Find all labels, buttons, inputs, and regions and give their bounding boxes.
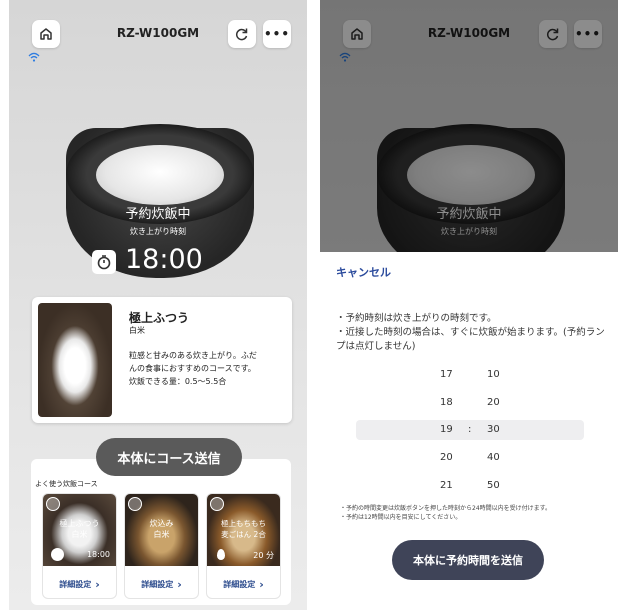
- select-circle-icon[interactable]: [210, 497, 224, 511]
- favorite-1-line1: 極上ふつう: [59, 519, 100, 528]
- timer-icon: [51, 548, 64, 561]
- favorite-3-line2: 麦ごはん 2合: [221, 530, 266, 539]
- favorite-1-line2: 白米: [71, 530, 88, 539]
- small-notes: ・予約の時間変更は炊飯ボタンを押した時刻から24時間以内を受け付けます。 ・予約…: [340, 504, 610, 522]
- detail-label: 詳細設定: [59, 579, 92, 589]
- course-desc-line1: 粒感と甘みのある炊き上がり。ふだ: [129, 351, 257, 360]
- cancel-button[interactable]: キャンセル: [336, 264, 391, 280]
- small-note-1: ・予約の時間変更は炊飯ボタンを押した時刻から24時間以内を受け付けます。: [340, 505, 552, 512]
- picker-row[interactable]: 18 20: [320, 393, 618, 413]
- refresh-icon: [235, 28, 248, 41]
- water-drop-icon: [217, 549, 225, 560]
- favorite-2-line2: 白米: [153, 530, 170, 539]
- hour-option[interactable]: 21: [440, 480, 453, 491]
- detail-label: 詳細設定: [223, 579, 256, 589]
- right-screen: RZ-W100GM ••• 予約炊飯中 炊き上がり時刻 キャンセル ・予約時刻は…: [320, 0, 618, 610]
- course-type: 白米: [129, 326, 145, 335]
- picker-row-selected[interactable]: 19 : 30: [320, 420, 618, 440]
- send-course-button[interactable]: 本体にコース送信: [96, 438, 242, 476]
- favorite-3-line1: 極上もちもち: [221, 519, 266, 528]
- hour-option[interactable]: 18: [440, 397, 453, 408]
- favorites-title: よく使う炊飯コース: [35, 480, 98, 488]
- dim-overlay[interactable]: [320, 0, 618, 252]
- minute-option[interactable]: 10: [487, 369, 500, 380]
- hour-option[interactable]: 17: [440, 369, 453, 380]
- course-desc-line2: んの食事におすすめのコースです。: [129, 364, 256, 373]
- picker-row[interactable]: 21 50: [320, 476, 618, 496]
- more-icon: •••: [263, 27, 290, 41]
- detail-label: 詳細設定: [141, 579, 174, 589]
- wifi-icon: [28, 52, 40, 62]
- chevron-right-icon: ›: [95, 577, 100, 591]
- course-photo: [38, 303, 112, 417]
- course-capacity: 炊飯できる量：0.5～5.5合: [129, 377, 227, 386]
- picker-row[interactable]: 20 40: [320, 448, 618, 468]
- send-reservation-time-button[interactable]: 本体に予約時間を送信: [392, 540, 544, 580]
- select-circle-icon[interactable]: [128, 497, 142, 511]
- chevron-right-icon: ›: [259, 577, 264, 591]
- refresh-button[interactable]: [228, 20, 256, 48]
- hour-option-selected[interactable]: 19: [440, 424, 453, 435]
- course-description: 粒感と甘みのある炊き上がり。ふだ んの食事におすすめのコースです。 炊飯できる量…: [129, 349, 289, 388]
- status-main: 予約炊飯中: [125, 207, 191, 222]
- minute-option-selected[interactable]: 30: [487, 424, 500, 435]
- favorite-2-line1: 炊込み: [149, 519, 174, 528]
- minute-option[interactable]: 40: [487, 452, 500, 463]
- select-circle-icon[interactable]: [46, 497, 60, 511]
- note-1: ・予約時刻は炊き上がりの時刻です。: [336, 313, 497, 324]
- rice-image: [96, 145, 224, 205]
- status-sub: 炊き上がり時刻: [130, 227, 186, 236]
- timer-icon: [92, 250, 116, 274]
- reservation-time-sheet: キャンセル ・予約時刻は炊き上がりの時刻です。 ・近接した時刻の場合は、すぐに炊…: [320, 252, 618, 610]
- time-separator: :: [468, 424, 472, 435]
- reservation-time: 18:00: [125, 244, 203, 275]
- favorite-1-detail-button[interactable]: 詳細設定 ›: [43, 570, 116, 598]
- hour-option[interactable]: 20: [440, 452, 453, 463]
- minute-option[interactable]: 20: [487, 397, 500, 408]
- small-note-2: ・予約は12時間以内を目安にしてください。: [340, 514, 462, 521]
- favorite-2-detail-button[interactable]: 詳細設定 ›: [125, 570, 198, 598]
- favorite-course-1[interactable]: 極上ふつう 白米 18:00 詳細設定 ›: [42, 493, 117, 599]
- more-button[interactable]: •••: [263, 20, 291, 48]
- favorite-course-3[interactable]: 極上もちもち 麦ごはん 2合 20 分 詳細設定 ›: [206, 493, 281, 599]
- favorite-3-meta: 20 分: [253, 551, 274, 560]
- favorite-3-detail-button[interactable]: 詳細設定 ›: [207, 570, 280, 598]
- course-card[interactable]: 極上ふつう 白米 粒感と甘みのある炊き上がり。ふだ んの食事におすすめのコースで…: [32, 297, 292, 423]
- left-screen: RZ-W100GM ••• 予約炊飯中 炊き上がり時刻 18:00 極上ふつう …: [9, 0, 307, 610]
- favorite-courses-panel: よく使う炊飯コース 極上ふつう 白米 18:00 詳細設定 › 炊込み 白米 詳…: [31, 459, 291, 605]
- chevron-right-icon: ›: [177, 577, 182, 591]
- note-2: ・近接した時刻の場合は、すぐに炊飯が始まります。(予約ランプは点灯しません): [336, 327, 605, 352]
- course-name: 極上ふつう: [129, 311, 190, 325]
- picker-row[interactable]: 17 10: [320, 365, 618, 385]
- favorite-1-meta: 18:00: [86, 550, 110, 559]
- minute-option[interactable]: 50: [487, 480, 500, 491]
- favorite-course-2[interactable]: 炊込み 白米 詳細設定 ›: [124, 493, 199, 599]
